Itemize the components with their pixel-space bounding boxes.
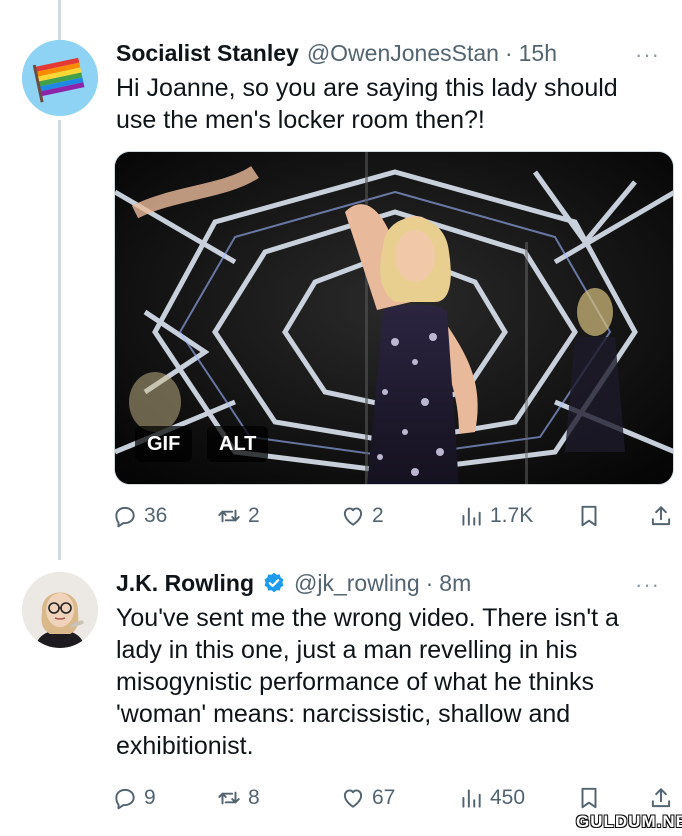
display-name[interactable]: Socialist Stanley: [116, 40, 299, 67]
reply-button[interactable]: 36: [112, 496, 167, 536]
tweet-text: You've sent me the wrong video. There is…: [116, 604, 619, 760]
timestamp[interactable]: 8m: [439, 570, 471, 597]
heart-icon: [343, 507, 363, 526]
retweet-button[interactable]: 2: [216, 496, 260, 536]
retweet-icon: [218, 791, 240, 805]
bookmark-icon: [581, 787, 597, 809]
avatar[interactable]: [22, 40, 98, 116]
reply-icon: [115, 788, 135, 810]
rainbow-flag-icon: [22, 40, 98, 116]
like-count: 2: [372, 504, 384, 527]
retweet-count: 8: [248, 786, 260, 809]
views-button[interactable]: 1.7K: [458, 496, 533, 536]
reply-icon: [115, 506, 135, 528]
verified-badge-icon: [264, 572, 284, 593]
thread-line: [58, 120, 61, 560]
gif-media[interactable]: GIF ALT: [114, 151, 674, 485]
retweet-button[interactable]: 8: [216, 778, 260, 818]
reply-count: 9: [144, 786, 156, 809]
profile-photo-image: [22, 572, 98, 648]
views-count: 450: [490, 786, 526, 809]
display-name[interactable]: J.K. Rowling: [116, 570, 254, 597]
tweet-text: Hi Joanne, so you are saying this lady s…: [116, 74, 618, 134]
user-handle[interactable]: @jk_rowling: [294, 570, 420, 597]
bookmark-button[interactable]: [576, 496, 602, 536]
gif-badge: GIF: [135, 426, 193, 462]
retweet-icon: [218, 509, 240, 523]
reply-button[interactable]: 9: [112, 778, 156, 818]
views-count: 1.7K: [490, 504, 534, 527]
more-options-icon[interactable]: ···: [635, 572, 660, 598]
bookmark-icon: [581, 505, 597, 527]
tweet-header: J.K. Rowling @jk_rowling · 8m: [116, 566, 471, 600]
avatar[interactable]: [22, 572, 98, 648]
views-button[interactable]: 450: [458, 778, 525, 818]
like-count: 67: [372, 786, 396, 809]
like-button[interactable]: 2: [340, 496, 384, 536]
retweet-count: 2: [248, 504, 260, 527]
alt-badge[interactable]: ALT: [207, 426, 269, 462]
timestamp[interactable]: 15h: [519, 40, 557, 67]
gif-frame-image: [115, 152, 673, 484]
more-options-icon[interactable]: ···: [635, 42, 660, 68]
share-icon: [651, 506, 671, 526]
like-button[interactable]: 67: [340, 778, 395, 818]
views-chart-icon: [462, 789, 481, 808]
tweet-header: Socialist Stanley @OwenJonesStan · 15h: [116, 36, 557, 70]
views-chart-icon: [462, 507, 481, 526]
tweet-actions: 36 2 2 1.7K: [112, 496, 672, 536]
thread-line-top: [58, 0, 61, 44]
separator-dot: ·: [504, 39, 513, 66]
separator-dot: ·: [425, 569, 434, 596]
user-handle[interactable]: @OwenJonesStan: [307, 40, 499, 67]
reply-count: 36: [144, 504, 168, 527]
heart-icon: [343, 789, 363, 808]
watermark-logo: GULDUM.NET: [576, 810, 682, 834]
share-button[interactable]: [648, 496, 674, 536]
share-icon: [651, 788, 671, 808]
